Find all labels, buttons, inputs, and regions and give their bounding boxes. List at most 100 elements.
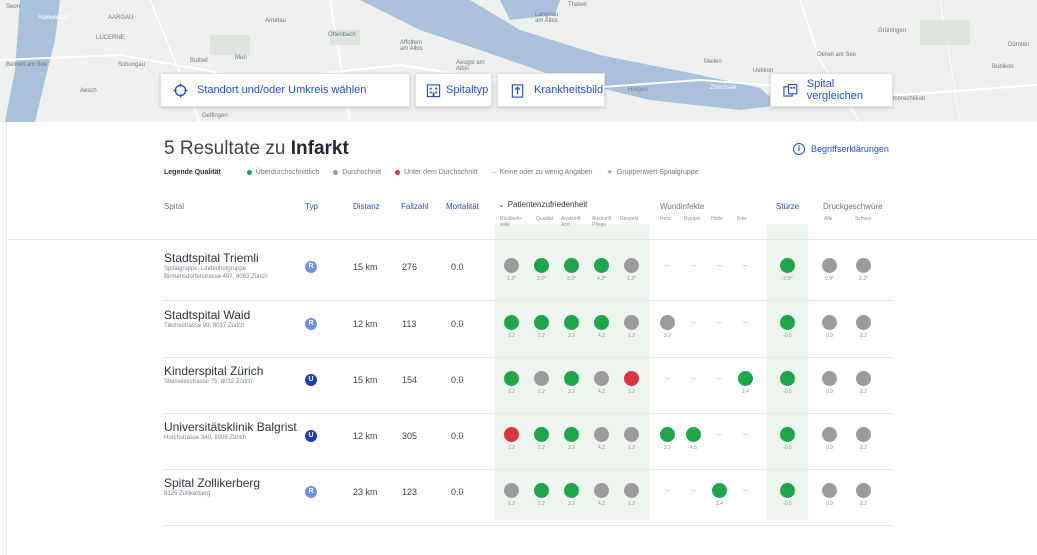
col-header-typ[interactable]: Typ <box>305 202 318 211</box>
legend-label: Keine oder zu wenig Angaben <box>499 168 593 176</box>
compare-hospitals-button[interactable]: Spital vergleichen <box>770 73 893 107</box>
quality-dot <box>822 258 837 273</box>
distance-value: 12 km <box>353 319 378 329</box>
metric-value: 1.2 <box>628 501 635 507</box>
map-label: Horgen <box>628 87 648 93</box>
quality-dot <box>564 315 579 330</box>
no-data-dash: – <box>716 317 722 327</box>
no-data-dash: – <box>690 373 696 383</box>
quality-dot <box>712 483 727 498</box>
hospital-name[interactable]: Stadtspital Waid <box>164 308 250 322</box>
metric-value: 2.2 <box>860 333 867 339</box>
header-divider <box>8 239 1037 240</box>
metric-value: 4.2* <box>597 276 606 282</box>
metric-value: 2.2 <box>538 445 545 451</box>
metric-value: -0.5 <box>783 501 792 507</box>
metric-value: -0.5 <box>783 389 792 395</box>
red-dot-icon <box>395 169 401 175</box>
dash-icon: – <box>491 168 496 176</box>
map-label: Oetwil am See <box>817 52 857 58</box>
hospital-type-badge: R <box>305 261 317 273</box>
map-label: Affoltern am Albis <box>400 40 423 52</box>
quality-dot <box>624 483 639 498</box>
metric-value: 2.2 <box>538 501 545 507</box>
case-count-value: 154 <box>402 375 418 385</box>
metric-value: 4.2 <box>598 501 605 507</box>
hospital-name[interactable]: Spital Zollikerberg <box>164 476 260 490</box>
grey-dot-icon <box>333 169 339 175</box>
no-data-dash: – <box>690 317 696 327</box>
results-count: 5 Resultate zu <box>164 138 291 159</box>
no-data-dash: – <box>742 260 748 270</box>
sub-header: Schwer <box>855 216 872 222</box>
quality-dot <box>780 483 795 498</box>
no-data-dash: – <box>716 373 722 383</box>
quality-dot <box>594 483 609 498</box>
hospital-name[interactable]: Universitätsklinik Balgrist <box>164 420 297 434</box>
col-header-patientenzufriedenheit[interactable]: ⌄ Patientenzufriedenheit <box>498 200 587 209</box>
no-data-dash: – <box>664 485 670 495</box>
metric-value: 1.2* <box>507 276 516 282</box>
no-data-dash: – <box>742 317 748 327</box>
glossary-link[interactable]: i Begriffserklärungen <box>793 143 889 155</box>
col-header-druckgeschwuere[interactable]: Druckgeschwüre <box>823 202 883 211</box>
map-label: Gelfingen <box>202 113 228 119</box>
location-radius-button[interactable]: Standort und/oder Umkreis wählen <box>160 73 410 107</box>
col-header-spital[interactable]: Spital <box>164 202 184 211</box>
quality-dot <box>660 315 675 330</box>
no-data-dash: – <box>690 260 696 270</box>
sub-header: Knie <box>737 216 748 222</box>
map-label: Zürichsee <box>710 85 737 91</box>
metric-value: 2.2 <box>860 501 867 507</box>
hospital-name[interactable]: Kinderspital Zürich <box>164 364 263 378</box>
col-header-stuerze[interactable]: Stürze <box>776 202 799 211</box>
krankheitsbild-label: Krankheitsbild <box>534 84 604 96</box>
quality-dot <box>856 483 871 498</box>
legend-item: Überdurchschnittlich <box>246 169 319 176</box>
map-label: Muri <box>235 55 247 61</box>
metric-value: 0.9 <box>826 501 833 507</box>
results-term: Infarkt <box>290 138 349 159</box>
metric-value: 3.2 <box>664 445 671 451</box>
quality-dot <box>504 427 519 442</box>
hospital-name[interactable]: Stadtspital Triemli <box>164 251 259 265</box>
legend-item: ★ Gruppenwert Spitalgruppe <box>607 168 699 177</box>
quality-dot <box>534 371 549 386</box>
quality-dot <box>624 427 639 442</box>
metric-value: 4.2 <box>598 333 605 339</box>
hospital-address: Birmensdorferstrasse 497, 8063 Zürich <box>164 274 268 280</box>
krankheitsbild-button[interactable]: Krankheitsbild <box>497 73 605 107</box>
legend-label: Durchschnitt <box>342 168 382 176</box>
col-header-wundinfekte[interactable]: Wundinfekte <box>660 202 704 211</box>
quality-dot <box>624 258 639 273</box>
mortality-value: 0.0 <box>451 262 464 272</box>
quality-dot <box>624 315 639 330</box>
metric-value: 2.4 <box>716 501 723 507</box>
spitaltyp-label: Spitaltyp <box>446 84 489 96</box>
metric-value: 2.2* <box>537 276 546 282</box>
col-header-distanz[interactable]: Distanz <box>353 202 380 211</box>
col-header-mortalitaet[interactable]: Mortalität <box>446 202 479 211</box>
hospital-address: Tièchestrasse 99, 8037 Zürich <box>164 323 245 329</box>
results-title: 5 Resultate zu Infarkt <box>164 138 349 160</box>
row-divider <box>164 300 892 301</box>
sub-header: Alle <box>824 216 833 222</box>
hospital-type-badge: R <box>305 318 317 330</box>
metric-value: 0.9 <box>826 389 833 395</box>
metric-value: 3.2* <box>567 276 576 282</box>
spitaltyp-button[interactable]: Spitaltyp <box>415 73 492 107</box>
col-header-fallzahl[interactable]: Fallzahl <box>401 202 429 211</box>
quality-dot <box>594 315 609 330</box>
quality-dot <box>822 483 837 498</box>
legend-item: Unter dem Durchschnitt <box>395 169 478 176</box>
legend-label: Gruppenwert Spitalgruppe <box>616 168 699 176</box>
metric-value: 2.2 <box>860 445 867 451</box>
quality-dot <box>504 483 519 498</box>
quality-dot <box>504 371 519 386</box>
quality-dot <box>822 371 837 386</box>
quality-dot <box>534 315 549 330</box>
map-label: Meilen <box>704 59 722 65</box>
distance-value: 12 km <box>353 431 378 441</box>
map-label: AARGAU <box>108 15 134 21</box>
mortality-value: 0.0 <box>451 431 464 441</box>
